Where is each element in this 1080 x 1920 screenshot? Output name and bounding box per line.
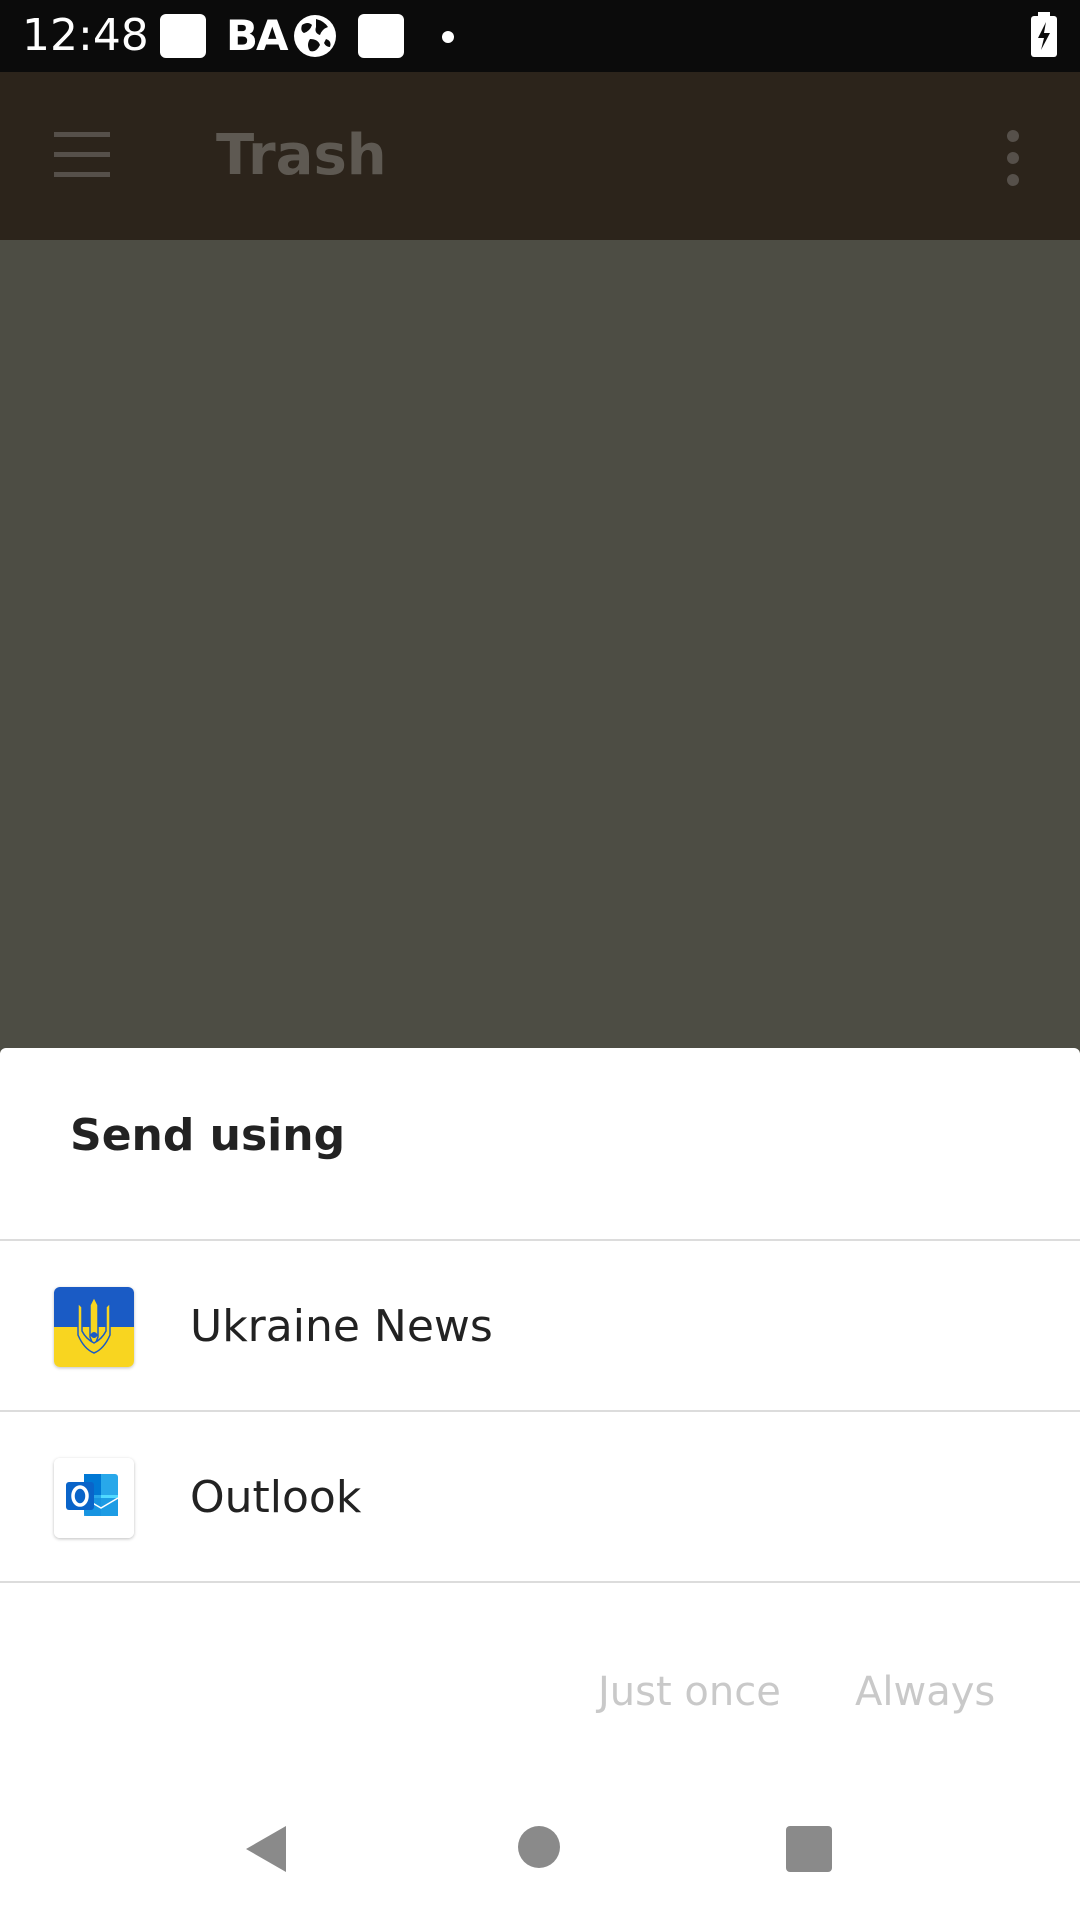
app-bar: Trash xyxy=(0,72,1080,240)
just-once-button[interactable]: Just once xyxy=(598,1668,781,1716)
scrim-content[interactable] xyxy=(0,240,1080,1048)
always-button[interactable]: Always xyxy=(855,1668,995,1716)
back-icon[interactable] xyxy=(244,1824,288,1874)
app-label: Ukraine News xyxy=(190,1301,493,1352)
hamburger-menu-icon[interactable] xyxy=(54,132,110,178)
notification-square-icon xyxy=(160,14,206,58)
globe-icon xyxy=(294,15,336,57)
notification-square-icon xyxy=(358,14,404,58)
divider xyxy=(0,1581,1080,1583)
carrier-text: BA xyxy=(226,11,289,60)
home-icon[interactable] xyxy=(518,1826,560,1868)
app-option-outlook[interactable]: Outlook xyxy=(0,1412,1080,1580)
sheet-title: Send using xyxy=(70,1110,346,1161)
status-time: 12:48 xyxy=(22,10,149,61)
recents-icon[interactable] xyxy=(786,1826,832,1872)
app-label: Outlook xyxy=(190,1472,362,1523)
navigation-bar xyxy=(0,1760,1080,1920)
page-title: Trash xyxy=(216,123,387,188)
more-vert-icon[interactable] xyxy=(1004,130,1022,190)
battery-charging-icon xyxy=(1031,12,1057,57)
outlook-icon xyxy=(54,1458,134,1538)
dot-icon xyxy=(442,31,454,43)
ukraine-news-icon xyxy=(54,1287,134,1367)
app-option-ukraine-news[interactable]: Ukraine News xyxy=(0,1241,1080,1409)
status-bar: 12:48 BA xyxy=(0,0,1080,72)
